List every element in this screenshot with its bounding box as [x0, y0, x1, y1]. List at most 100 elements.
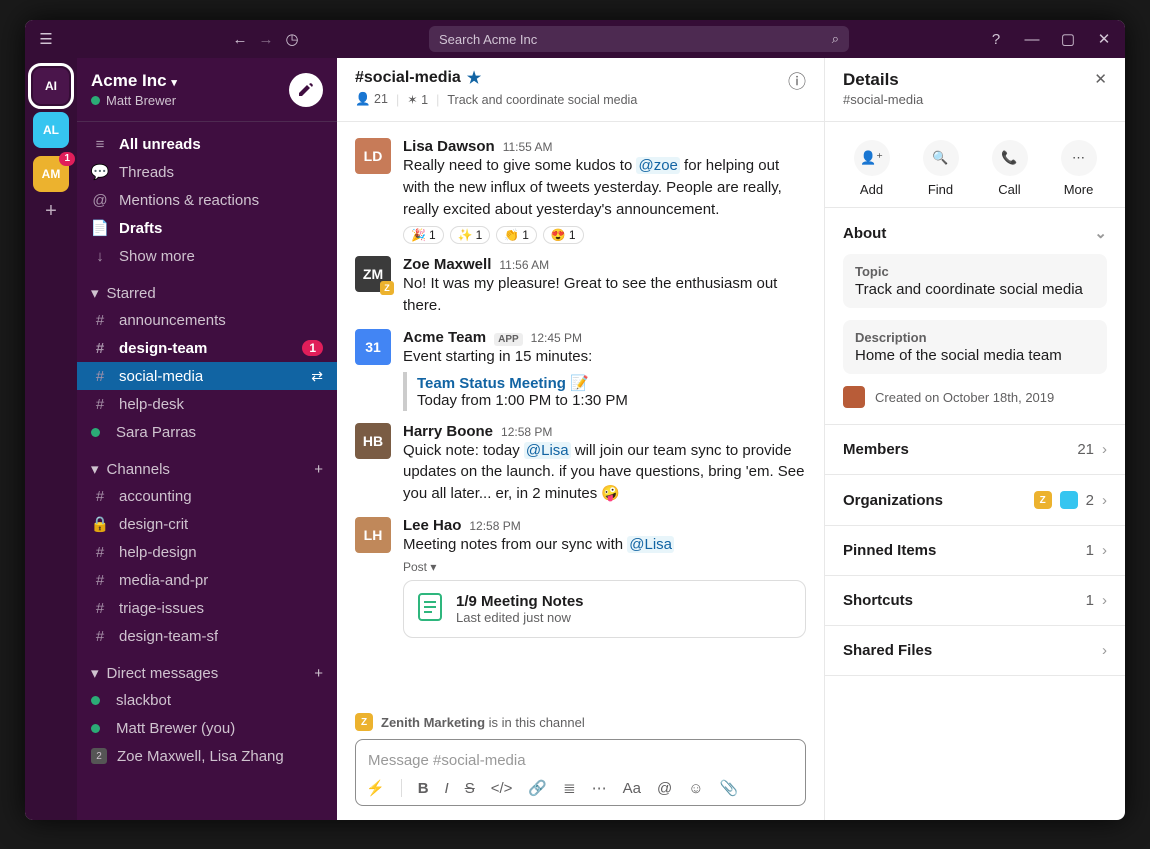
post-attachment[interactable]: 1/9 Meeting NotesLast edited just now — [403, 580, 806, 638]
details-row[interactable]: OrganizationsZ2› — [825, 475, 1125, 526]
workspace-tile[interactable]: AI — [33, 68, 69, 104]
channels-header[interactable]: ▾ Channels + — [77, 446, 337, 482]
reaction[interactable]: ✨ 1 — [450, 226, 491, 244]
sidebar-item[interactable]: ↓Show more — [77, 242, 337, 270]
sidebar-item[interactable]: slackbot — [77, 686, 337, 714]
add-workspace-button[interactable]: + — [45, 200, 57, 223]
sidebar-item[interactable]: #help-desk — [77, 390, 337, 418]
sidebar-item[interactable]: 📄Drafts — [77, 214, 337, 242]
workspace-header[interactable]: Acme Inc ▾ Matt Brewer — [77, 58, 337, 122]
message-author[interactable]: Lisa Dawson — [403, 138, 495, 155]
sidebar-item[interactable]: #announcements — [77, 306, 337, 334]
list-icon[interactable]: ≣ — [563, 779, 576, 797]
italic-icon[interactable]: I — [445, 780, 449, 797]
message-author[interactable]: Acme Team — [403, 329, 486, 346]
mention[interactable]: @Lisa — [627, 536, 674, 553]
reaction[interactable]: 😍 1 — [543, 226, 584, 244]
sidebar-item[interactable]: #accounting — [77, 482, 337, 510]
hash-icon: # — [91, 340, 109, 357]
help-icon[interactable]: ? — [987, 30, 1005, 48]
lightning-icon[interactable]: ⚡ — [366, 779, 385, 797]
starred-header[interactable]: ▾ Starred — [77, 270, 337, 306]
description-value[interactable]: Home of the social media team — [855, 347, 1095, 364]
avatar[interactable]: ZMZ — [355, 256, 391, 292]
sidebar-item[interactable]: #media-and-pr — [77, 566, 337, 594]
sidebar-item[interactable]: #triage-issues — [77, 594, 337, 622]
channel-name[interactable]: #social-media — [355, 69, 461, 87]
message-author[interactable]: Zoe Maxwell — [403, 256, 491, 273]
presence-dot-icon — [91, 428, 100, 437]
details-action-call[interactable]: 📞Call — [992, 140, 1028, 197]
font-icon[interactable]: Aa — [623, 780, 641, 797]
bold-icon[interactable]: B — [418, 780, 429, 797]
strike-icon[interactable]: S — [465, 780, 475, 797]
add-dm-icon[interactable]: + — [314, 665, 323, 682]
message-author[interactable]: Lee Hao — [403, 517, 461, 534]
members-icon[interactable]: 👤 21 — [355, 92, 388, 107]
post-label[interactable]: Post ▾ — [403, 560, 806, 574]
details-row[interactable]: Members21› — [825, 425, 1125, 475]
creator-avatar — [843, 386, 865, 408]
event-title[interactable]: Team Status Meeting — [417, 375, 566, 392]
mention[interactable]: @Lisa — [524, 442, 571, 459]
details-action-more[interactable]: ⋯More — [1061, 140, 1097, 197]
channel-topic[interactable]: Track and coordinate social media — [447, 93, 637, 107]
details-row[interactable]: Shared Files› — [825, 626, 1125, 676]
close-icon[interactable]: ✕ — [1095, 30, 1113, 48]
shared-icon[interactable]: ✶ 1 — [407, 92, 428, 107]
hash-icon: # — [91, 312, 109, 329]
message-list: LDLisa Dawson11:55 AMReally need to give… — [337, 122, 824, 705]
details-action-add[interactable]: 👤⁺Add — [854, 140, 890, 197]
sidebar-item[interactable]: @Mentions & reactions — [77, 186, 337, 214]
workspace-tile[interactable]: AL — [33, 112, 69, 148]
avatar[interactable]: 31 — [355, 329, 391, 365]
emoji-icon[interactable]: ☺ — [688, 780, 703, 797]
message-composer[interactable]: ⚡ B I S </> 🔗 ≣ ⋯ Aa @ ☺ 📎 — [355, 739, 806, 806]
add-channel-icon[interactable]: + — [314, 461, 323, 478]
sidebar-item[interactable]: 2Zoe Maxwell, Lisa Zhang — [77, 742, 337, 770]
message-author[interactable]: Harry Boone — [403, 423, 493, 440]
sidebar-item[interactable]: #social-media⇄ — [77, 362, 337, 390]
code-icon[interactable]: </> — [491, 780, 513, 797]
badge: 1 — [59, 152, 75, 166]
nav-back-icon[interactable]: ← — [231, 30, 249, 48]
chevron-down-icon[interactable]: ⌄ — [1094, 224, 1107, 242]
sidebar-item[interactable]: ≡All unreads — [77, 130, 337, 158]
reaction[interactable]: 🎉 1 — [403, 226, 444, 244]
avatar[interactable]: LD — [355, 138, 391, 174]
topic-value[interactable]: Track and coordinate social media — [855, 281, 1095, 298]
search-input[interactable]: Search Acme Inc ⌕ — [429, 26, 849, 52]
sidebar-item[interactable]: 💬Threads — [77, 158, 337, 186]
message-input[interactable] — [366, 748, 795, 779]
details-action-find[interactable]: 🔍Find — [923, 140, 959, 197]
dm-header[interactable]: ▾ Direct messages + — [77, 650, 337, 686]
menu-icon[interactable]: ☰ — [37, 30, 55, 48]
nav-forward-icon[interactable]: → — [257, 30, 275, 48]
mention-icon[interactable]: @ — [657, 780, 672, 797]
link-icon[interactable]: 🔗 — [528, 779, 547, 797]
minimize-icon[interactable]: — — [1023, 30, 1041, 48]
sidebar-item[interactable]: #design-team1 — [77, 334, 337, 362]
sidebar-item[interactable]: 🔒design-crit — [77, 510, 337, 538]
info-icon[interactable]: ⓘ — [788, 68, 806, 111]
close-details-icon[interactable]: ✕ — [1094, 70, 1107, 109]
message-body: Really need to give some kudos to @zoe f… — [403, 155, 806, 220]
mention[interactable]: @zoe — [636, 157, 679, 174]
sidebar-item[interactable]: Sara Parras — [77, 418, 337, 446]
star-icon[interactable]: ★ — [467, 68, 481, 88]
compose-button[interactable] — [289, 73, 323, 107]
more-format-icon[interactable]: ⋯ — [592, 779, 607, 797]
reaction[interactable]: 👏 1 — [496, 226, 537, 244]
avatar[interactable]: HB — [355, 423, 391, 459]
workspace-tile[interactable]: AM1 — [33, 156, 69, 192]
sidebar-item[interactable]: Matt Brewer (you) — [77, 714, 337, 742]
sidebar-item[interactable]: #help-design — [77, 538, 337, 566]
details-row[interactable]: Pinned Items1› — [825, 526, 1125, 576]
event-attachment[interactable]: Team Status Meeting 📝Today from 1:00 PM … — [403, 372, 806, 411]
maximize-icon[interactable]: ▢ — [1059, 30, 1077, 48]
history-icon[interactable]: ◷ — [283, 30, 301, 48]
details-row[interactable]: Shortcuts1› — [825, 576, 1125, 626]
sidebar-item[interactable]: #design-team-sf — [77, 622, 337, 650]
attach-icon[interactable]: 📎 — [720, 779, 739, 797]
avatar[interactable]: LH — [355, 517, 391, 553]
